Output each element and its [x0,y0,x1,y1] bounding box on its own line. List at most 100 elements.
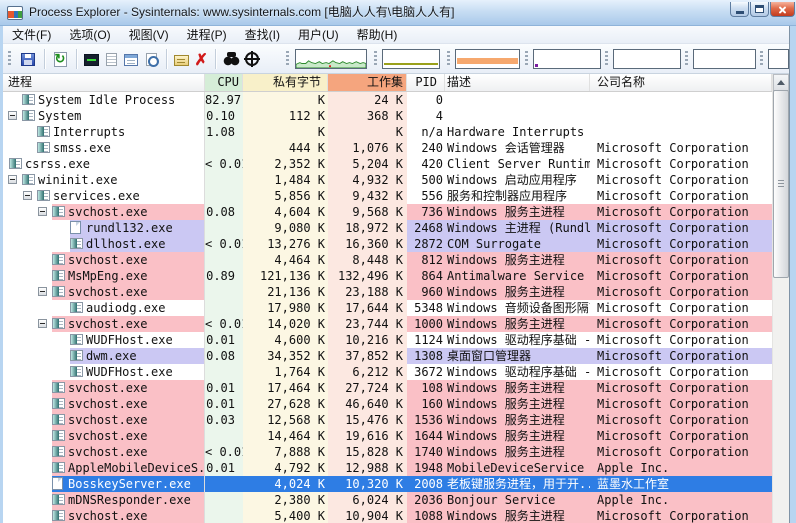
process-row[interactable]: svchost.exe 0.03 12,568 K 15,476 K 1536 Windo… [3,412,772,428]
cpu-cell [205,172,243,188]
process-row[interactable]: csrss.exe< 0.012,352 K5,204 K 420 Client S… [3,156,772,172]
commit-history-graph[interactable] [382,49,440,69]
process-row[interactable]: svchost.exe 21,136 K 23,188 K 960 Windows 服务… [3,284,772,300]
properties-button[interactable] [171,48,191,70]
description-cell: Windows 服务主进程 [445,252,590,268]
toolbar-grip[interactable] [374,51,377,67]
column-header-name[interactable]: 进程 [3,74,205,91]
menu-item[interactable]: 进程(P) [178,26,236,44]
disk-history-graph[interactable] [768,49,789,69]
company-cell [590,92,772,108]
network-history-graph[interactable] [693,49,756,69]
column-header-cpu[interactable]: CPU [205,74,243,91]
toolbar-grip[interactable] [8,51,11,67]
tree-collapse-toggle[interactable] [38,287,47,296]
close-button[interactable] [770,2,795,17]
tree-collapse-toggle[interactable] [23,191,32,200]
menu-item[interactable]: 视图(V) [120,26,178,44]
process-row[interactable]: svchost.exe 0.08 4,604 K 9,568 K 736 Windows … [3,204,772,220]
company-cell: Microsoft Corporation [590,252,772,268]
find-window-button[interactable] [242,48,262,70]
memory-history-graph[interactable] [455,49,520,69]
process-row[interactable]: svchost.exe 0.01 27,628 K 46,640 K 160 Window… [3,396,772,412]
process-row[interactable]: MsMpEng.exe 0.89 121,136 K 132,496 K 864 Anti… [3,268,772,284]
process-row[interactable]: System 0.10 112 K 368 K 4 [3,108,772,124]
system-information-button[interactable] [81,48,101,70]
titlebar[interactable]: Process Explorer - Sysinternals: www.sys… [0,0,796,26]
process-row[interactable]: rundl132.exe 9,080 K 18,972 K 2468 Windows 主… [3,220,772,236]
column-header-priv[interactable]: 私有字节 [243,74,328,91]
process-row[interactable]: svchost.exe 0.01 17,464 K 27,724 K 108 Window… [3,380,772,396]
pid-cell: 2036 [407,492,445,508]
column-header-ws[interactable]: 工作集 [328,74,407,91]
process-row[interactable]: System Idle Process 82.97 K 24 K 0 [3,92,772,108]
process-row[interactable]: svchost.exe 14,464 K 19,616 K 1644 Windows 服… [3,428,772,444]
description-cell: Windows 服务主进程 [445,508,590,523]
column-header-desc[interactable]: 描述 [445,74,590,91]
process-row[interactable]: BosskeyServer.exe 4,024 K 10,320 K 2008 老板键服… [3,476,772,492]
process-name: WUDFHost.exe [86,333,173,347]
find-handle-icon [222,51,240,67]
scroll-up-button[interactable] [773,74,789,91]
company-cell: Microsoft Corporation [590,396,772,412]
private-bytes-cell: 2,352 K [243,156,328,172]
find-handle-button[interactable] [221,48,241,70]
working-set-cell: 12,988 K [328,460,407,476]
tree-collapse-toggle[interactable] [8,111,17,120]
column-header-pid[interactable]: PID [407,74,445,91]
description-cell: Windows 会话管理器 [447,141,565,155]
process-columns-button[interactable] [101,48,121,70]
column-header-comp[interactable]: 公司名称 [590,74,772,91]
menu-item[interactable]: 查找(I) [236,26,289,44]
toolbar-grip[interactable] [760,51,763,67]
toolbar-grip[interactable] [605,51,608,67]
process-row[interactable]: dllhost.exe < 0.0113,276 K16,360 K2872COM… [3,236,772,252]
toolbar-grip[interactable] [685,51,688,67]
maximize-button[interactable] [750,2,769,17]
private-bytes-cell: K [243,124,328,140]
process-tree-button[interactable] [121,48,141,70]
tree-collapse-toggle[interactable] [38,319,47,328]
process-name-cell: dllhost.exe [3,236,205,252]
menu-item[interactable]: 用户(U) [289,26,348,44]
process-row[interactable]: AppleMobileDeviceS... 0.01 4,792 K 12,988 K… [3,460,772,476]
process-row[interactable]: smss.exe 444 K 1,076 K 240 Windows 会话管理器 Micr… [3,140,772,156]
kill-process-button[interactable] [191,48,211,70]
process-row[interactable]: mDNSResponder.exe 2,380 K 6,024 K 2036 Bonjo… [3,492,772,508]
toolbar-grip[interactable] [286,51,289,67]
process-row[interactable]: Interrupts1.08KKn/aHardware Interrupts a… [3,124,772,140]
toolbar-grip[interactable] [447,51,450,67]
tree-collapse-toggle[interactable] [38,207,47,216]
process-row[interactable]: wininit.exe 1,484 K 4,932 K 500 Windows 启动应用… [3,172,772,188]
close-icon [777,4,788,15]
vertical-scrollbar[interactable] [772,74,789,523]
menu-item[interactable]: 选项(O) [60,26,119,44]
private-bytes-cell: 444 K [243,140,328,156]
save-button[interactable] [18,48,38,70]
pid-cell: 1740 [407,444,445,460]
process-row[interactable]: WUDFHost.exe 1,764 K 6,212 K 3672 Windows 驱动… [3,364,772,380]
process-row[interactable]: svchost.exe < 0.017,888 K15,828 K1740Wind… [3,444,772,460]
process-row[interactable]: services.exe 5,856 K 9,432 K 556 服务和控制器应用程序 M… [3,188,772,204]
cpu-history-graph[interactable] [295,49,367,69]
toolbar-grip[interactable] [525,51,528,67]
process-row[interactable]: WUDFHost.exe 0.01 4,600 K 10,216 K 1124 Windo… [3,332,772,348]
process-name: smss.exe [53,141,111,155]
menu-item[interactable]: 帮助(H) [348,26,407,44]
refresh-button[interactable] [50,48,70,70]
process-row[interactable]: svchost.exe 4,464 K 8,448 K 812 Windows 服务主进… [3,252,772,268]
scrollbar-thumb[interactable] [773,90,789,278]
window-process-icon [9,158,22,169]
menu-item[interactable]: 文件(F) [3,26,60,44]
process-row[interactable]: svchost.exe 5,400 K 10,904 K 1088 Windows 服务… [3,508,772,523]
process-row[interactable]: svchost.exe < 0.0114,020 K23,744 K1000Win… [3,316,772,332]
tree-collapse-toggle[interactable] [8,175,17,184]
minimize-button[interactable] [730,2,749,17]
dll-view-button[interactable] [141,48,161,70]
io-history-graph[interactable] [533,49,601,69]
process-row[interactable]: audiodg.exe 17,980 K 17,644 K 5348 Windows 音… [3,300,772,316]
pid-cell: 1124 [414,333,443,347]
process-row[interactable]: dwm.exe 0.08 34,352 K 37,852 K 1308 桌面窗口管理器 Mi… [3,348,772,364]
gpu-history-graph[interactable] [613,49,681,69]
process-name: wininit.exe [38,173,118,187]
